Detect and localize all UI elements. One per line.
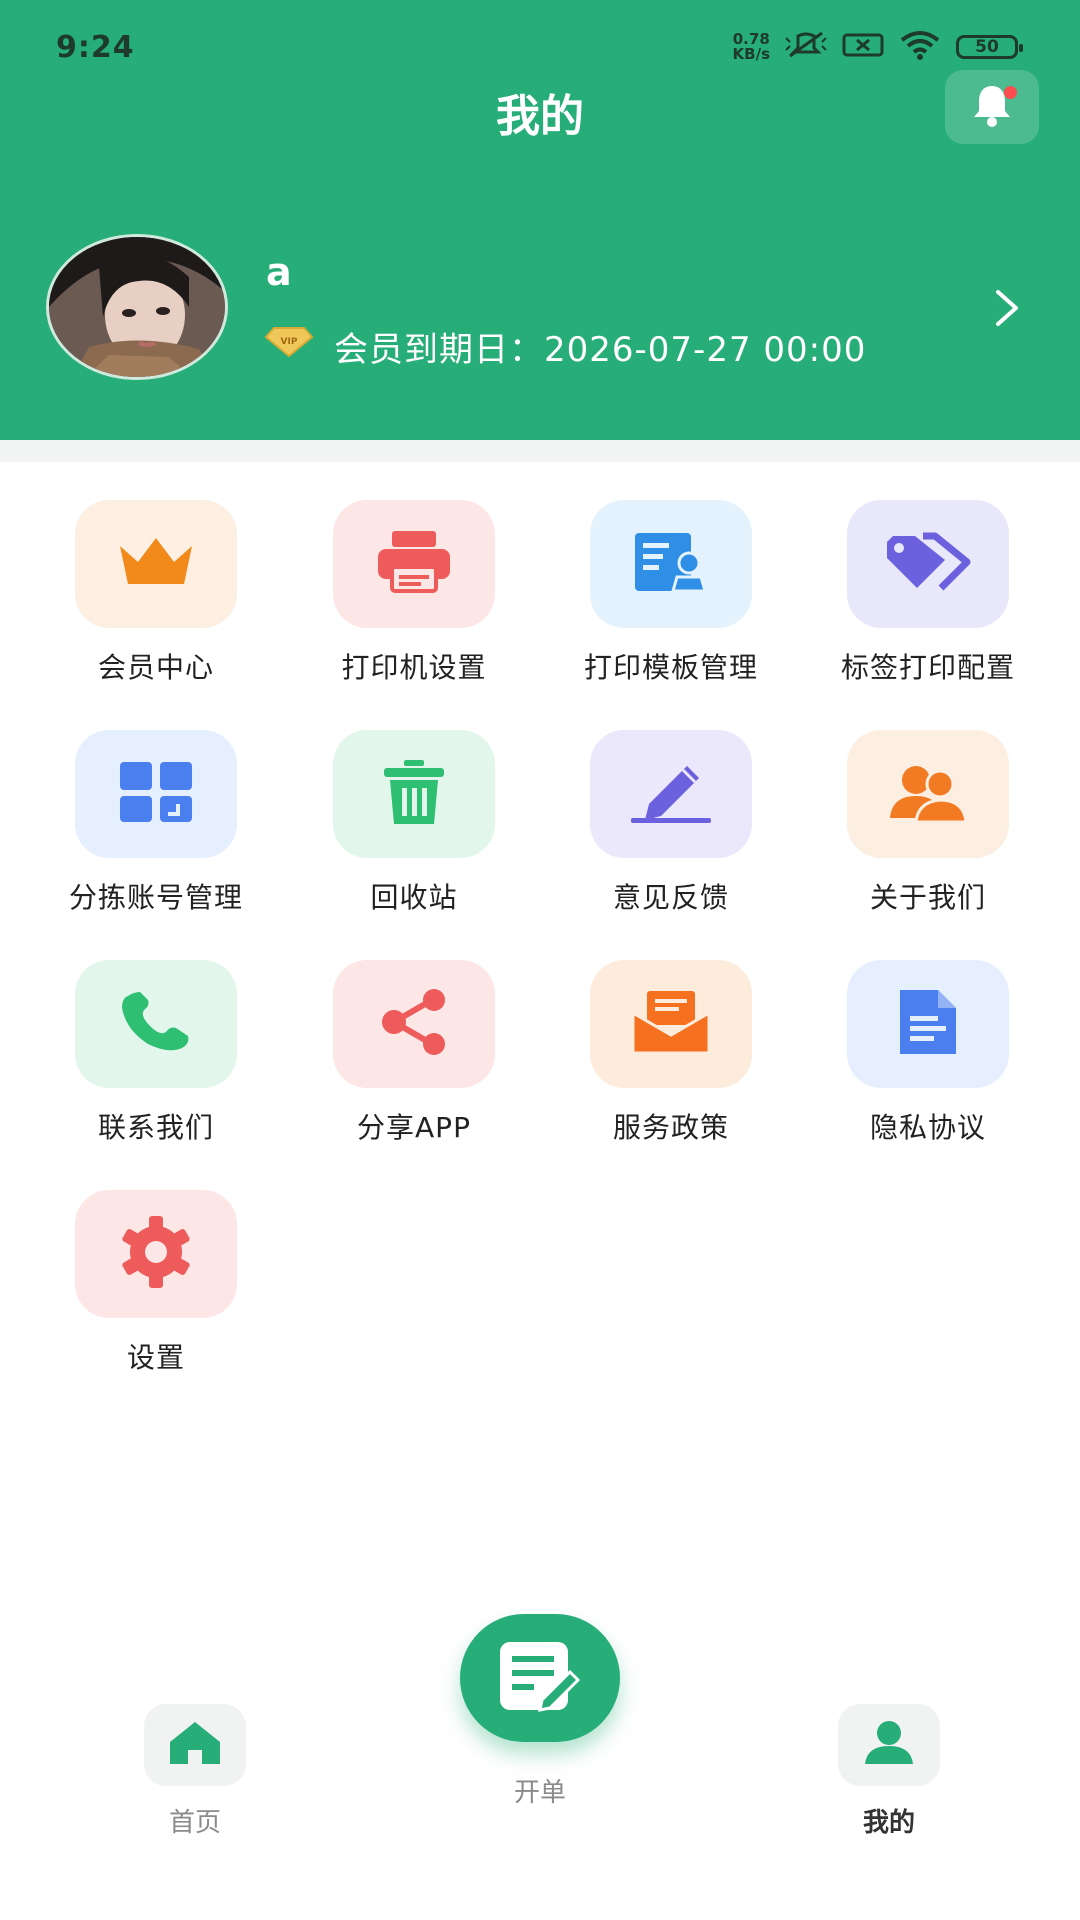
menu-label: 分拣账号管理 bbox=[68, 881, 243, 914]
crown-icon bbox=[116, 532, 196, 596]
menu-label: 关于我们 bbox=[869, 881, 986, 914]
menu-label: 回收站 bbox=[370, 881, 458, 914]
section-divider bbox=[0, 440, 1080, 462]
menu-tile bbox=[75, 500, 237, 628]
nav-item-order[interactable]: 开单 bbox=[460, 1772, 620, 1809]
network-speed-unit: KB/s bbox=[732, 45, 770, 63]
menu-tile bbox=[333, 500, 495, 628]
notification-button[interactable] bbox=[945, 70, 1039, 144]
menu-item-recycle-bin[interactable]: 回收站 bbox=[285, 730, 543, 916]
nav-item-home[interactable]: 首页 bbox=[115, 1704, 275, 1839]
menu-label: 打印机设置 bbox=[341, 651, 487, 684]
home-icon bbox=[168, 1720, 222, 1770]
battery-indicator: 50 bbox=[956, 35, 1023, 59]
vip-diamond-icon: VIP bbox=[264, 326, 314, 362]
menu-item-about-us[interactable]: 关于我们 bbox=[799, 730, 1057, 916]
notification-dot bbox=[1004, 86, 1017, 99]
nav-label-mine: 我的 bbox=[862, 1808, 915, 1838]
users-icon bbox=[886, 760, 970, 828]
template-icon bbox=[633, 529, 709, 599]
menu-label: 服务政策 bbox=[612, 1111, 729, 1144]
menu-tile bbox=[333, 730, 495, 858]
menu-tile bbox=[75, 1190, 237, 1318]
menu-label: 意见反馈 bbox=[612, 881, 729, 914]
menu-item-settings[interactable]: 设置 bbox=[27, 1190, 285, 1376]
menu-item-label-print-config[interactable]: 标签打印配置 bbox=[799, 500, 1057, 686]
feedback-pen-icon bbox=[629, 760, 713, 828]
edit-note-icon bbox=[498, 1638, 582, 1718]
envelope-icon bbox=[631, 989, 711, 1059]
menu-tile bbox=[590, 730, 752, 858]
chevron-right-icon[interactable] bbox=[992, 288, 1022, 332]
gear-icon bbox=[116, 1214, 196, 1294]
tags-icon bbox=[883, 532, 973, 596]
menu-label: 会员中心 bbox=[97, 651, 214, 684]
document-icon bbox=[896, 988, 960, 1060]
menu-item-sorting-accounts[interactable]: 分拣账号管理 bbox=[27, 730, 285, 916]
menu-tile bbox=[847, 730, 1009, 858]
vip-label: VIP bbox=[281, 337, 298, 347]
nav-item-mine[interactable]: 我的 bbox=[809, 1704, 969, 1839]
menu-item-service-policy[interactable]: 服务政策 bbox=[542, 960, 800, 1146]
mute-icon bbox=[784, 30, 828, 64]
menu-label: 打印模板管理 bbox=[583, 651, 758, 684]
nav-icon-box bbox=[838, 1704, 940, 1786]
nav-label-order: 开单 bbox=[513, 1778, 566, 1808]
menu-item-template-management[interactable]: 打印模板管理 bbox=[542, 500, 800, 686]
status-bar: 9:24 0.78 KB/s 50 bbox=[0, 0, 1080, 90]
menu-item-member-center[interactable]: 会员中心 bbox=[27, 500, 285, 686]
menu-tile bbox=[75, 960, 237, 1088]
username: a bbox=[266, 250, 292, 294]
avatar[interactable] bbox=[46, 234, 228, 380]
menu-label: 设置 bbox=[126, 1341, 185, 1374]
page-title: 我的 bbox=[496, 91, 584, 142]
create-order-button[interactable] bbox=[460, 1614, 620, 1742]
menu-item-contact-us[interactable]: 联系我们 bbox=[27, 960, 285, 1146]
menu-tile bbox=[75, 730, 237, 858]
network-speed: 0.78 KB/s bbox=[733, 32, 770, 62]
menu-tile bbox=[333, 960, 495, 1088]
menu-label: 分享APP bbox=[357, 1111, 471, 1144]
menu-item-privacy-agreement[interactable]: 隐私协议 bbox=[799, 960, 1057, 1146]
menu-tile bbox=[847, 960, 1009, 1088]
sim-error-icon bbox=[842, 32, 884, 62]
bottom-navigation: 首页 开单 我的 bbox=[0, 1580, 1080, 1920]
menu-label: 隐私协议 bbox=[869, 1111, 986, 1144]
nav-icon-box bbox=[144, 1704, 246, 1786]
user-icon bbox=[863, 1720, 915, 1770]
menu-tile bbox=[590, 500, 752, 628]
share-icon bbox=[378, 988, 450, 1060]
profile-header: 9:24 0.78 KB/s 50 我的 a VIP 会员到期日：2026-07… bbox=[0, 0, 1080, 440]
menu-item-feedback[interactable]: 意见反馈 bbox=[542, 730, 800, 916]
member-expiry: 会员到期日：2026-07-27 00:00 bbox=[334, 330, 867, 370]
nav-label-home: 首页 bbox=[168, 1808, 221, 1838]
wifi-icon bbox=[898, 30, 942, 64]
status-time: 9:24 bbox=[56, 30, 135, 65]
menu-label: 联系我们 bbox=[97, 1111, 214, 1144]
status-icons: 0.78 KB/s 50 bbox=[733, 30, 1023, 64]
grid-icon bbox=[118, 760, 194, 828]
menu-tile bbox=[590, 960, 752, 1088]
menu-item-share-app[interactable]: 分享APP bbox=[285, 960, 543, 1146]
phone-icon bbox=[118, 990, 194, 1058]
trash-icon bbox=[382, 758, 446, 830]
menu-item-printer-settings[interactable]: 打印机设置 bbox=[285, 500, 543, 686]
menu-tile bbox=[847, 500, 1009, 628]
printer-icon bbox=[374, 529, 454, 599]
menu-label: 标签打印配置 bbox=[840, 651, 1015, 684]
